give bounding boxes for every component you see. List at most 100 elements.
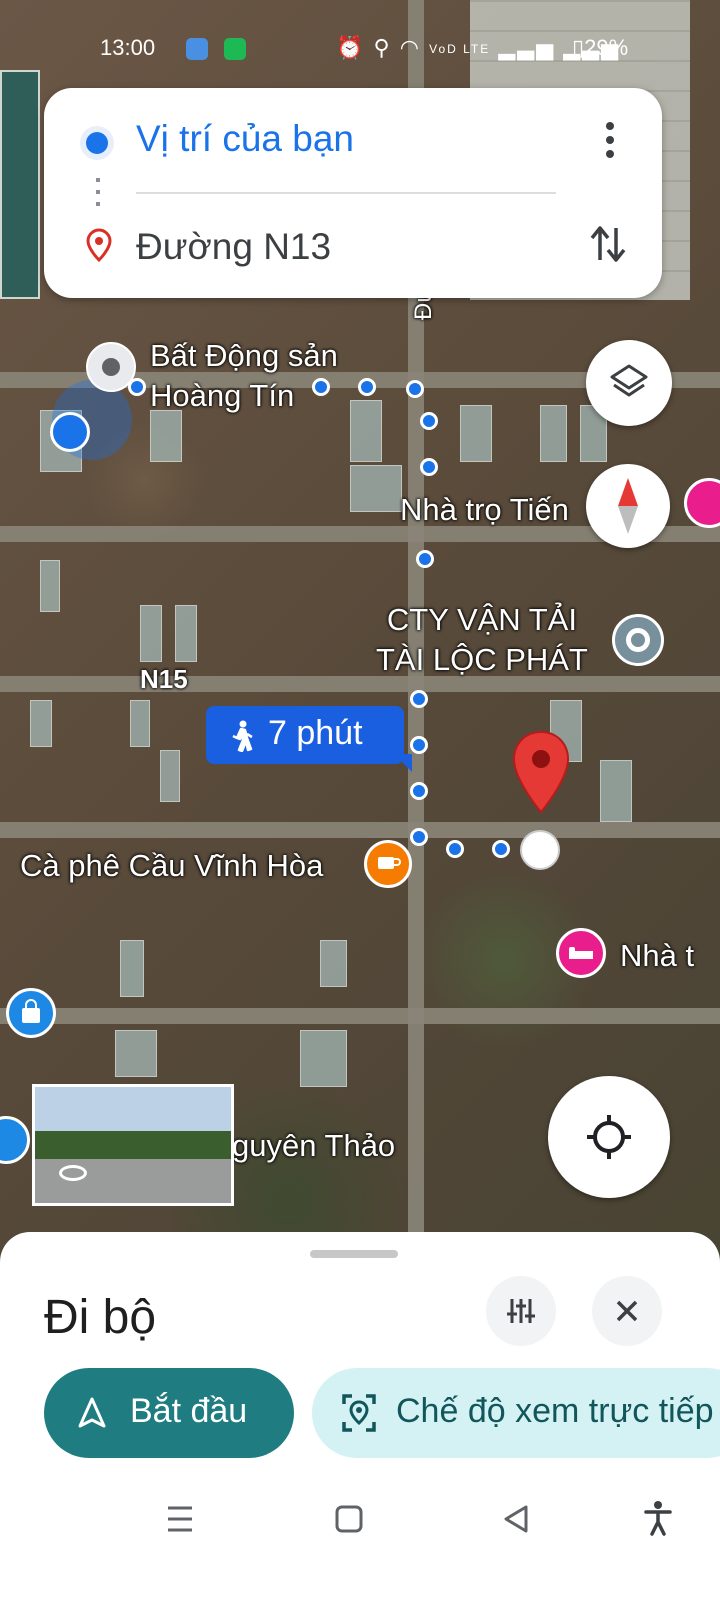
- route-dot: [128, 378, 146, 396]
- route-dot: [420, 458, 438, 476]
- building: [350, 465, 402, 512]
- shield-icon: [224, 38, 247, 61]
- hotel-icon[interactable]: [556, 928, 606, 978]
- live-view-icon: [342, 1394, 376, 1432]
- map-label-transport-company[interactable]: CTY VẬN TẢI TÀI LỘC PHÁT: [376, 600, 588, 680]
- map-label-cafe[interactable]: Cà phê Cầu Vĩnh Hòa: [20, 848, 323, 884]
- water-area: [0, 70, 40, 299]
- building: [150, 410, 182, 462]
- wifi-icon: ◠: [399, 35, 421, 60]
- building: [160, 750, 180, 802]
- building: [175, 605, 197, 662]
- close-icon: [616, 1300, 638, 1322]
- app-notification-icon: [186, 38, 208, 61]
- route-dot: [492, 840, 510, 858]
- eta-text: 7 phút: [268, 714, 363, 752]
- building: [460, 405, 492, 462]
- my-location-button[interactable]: [548, 1076, 670, 1198]
- rotate-360-icon: [59, 1165, 87, 1181]
- more-options-icon[interactable]: [592, 118, 628, 162]
- map-label-road-n15: N15: [140, 664, 188, 694]
- road-n15: [0, 676, 720, 692]
- street-view-thumbnail[interactable]: [32, 1084, 234, 1206]
- building: [540, 405, 567, 462]
- building: [320, 940, 347, 987]
- network-type: VoD LTE: [429, 42, 491, 57]
- mode-title: Đi bộ: [44, 1291, 157, 1344]
- route-dot: [410, 690, 428, 708]
- road-n13: [0, 822, 720, 838]
- options-button[interactable]: [486, 1276, 556, 1346]
- origin-dot-icon: [86, 132, 108, 154]
- shopping-cart-icon[interactable]: [0, 1116, 30, 1164]
- destination-pin-icon[interactable]: [512, 730, 570, 814]
- route-dot: [410, 782, 428, 800]
- destination-field[interactable]: Đường N13: [136, 226, 331, 268]
- road: [0, 1008, 720, 1024]
- route-dot: [312, 378, 330, 396]
- compass-button[interactable]: [586, 464, 670, 548]
- directions-card: Vị trí của bạn Đường N13: [44, 88, 662, 298]
- building: [30, 700, 52, 747]
- map-label-place[interactable]: guyên Thảo: [232, 1128, 395, 1164]
- building: [140, 605, 162, 662]
- status-time: 13:00: [100, 35, 156, 60]
- divider: [136, 192, 556, 194]
- notification-icons: [186, 35, 247, 61]
- eta-bubble[interactable]: 7 phút: [206, 706, 404, 764]
- compass-icon: [618, 478, 638, 534]
- route-dot: [358, 378, 376, 396]
- origin-field[interactable]: Vị trí của bạn: [136, 118, 354, 160]
- live-view-button[interactable]: Chế độ xem trực tiếp: [312, 1368, 720, 1458]
- building: [300, 1030, 347, 1087]
- close-button[interactable]: [592, 1276, 662, 1346]
- tune-icon: [507, 1299, 535, 1323]
- map-label-guesthouse-2[interactable]: Nhà t: [620, 938, 694, 974]
- swap-direction-icon[interactable]: [588, 222, 628, 266]
- building: [120, 940, 144, 997]
- shopping-bag-icon[interactable]: [6, 988, 56, 1038]
- current-location-dot[interactable]: [50, 412, 90, 452]
- location-status-icon: ⚲: [373, 35, 392, 60]
- route-dot: [446, 840, 464, 858]
- route-dot: [420, 412, 438, 430]
- route-dot: [416, 550, 434, 568]
- live-view-label: Chế độ xem trực tiếp: [396, 1392, 714, 1430]
- signal-icon: ▂▃▅: [498, 35, 556, 60]
- place-marker-icon[interactable]: [612, 614, 664, 666]
- pin-center-icon: [102, 358, 120, 376]
- start-button[interactable]: Bắt đầu: [44, 1368, 294, 1458]
- start-button-label: Bắt đầu: [130, 1392, 248, 1430]
- map-label-real-estate[interactable]: Bất Động sản Hoàng Tín: [150, 336, 338, 416]
- map-label-guesthouse[interactable]: Nhà trọ Tiến: [400, 492, 569, 528]
- route-dot: [410, 828, 428, 846]
- route-dot: [406, 380, 424, 398]
- route-dot: [410, 736, 428, 754]
- hotel-icon[interactable]: [684, 478, 720, 528]
- status-bar: 13:00 ⏰ ⚲ ◠ VoD LTE ▂▃▅ ▂▃▅ ▯29%: [0, 33, 720, 65]
- building: [115, 1030, 157, 1077]
- system-navigation-bar: [0, 1476, 720, 1600]
- home-icon[interactable]: [334, 1504, 364, 1534]
- recent-apps-icon[interactable]: [166, 1504, 194, 1534]
- building: [600, 760, 632, 822]
- navigation-arrow-icon: [78, 1397, 106, 1428]
- crosshair-icon: [587, 1115, 631, 1159]
- sheet-drag-handle[interactable]: [310, 1250, 398, 1258]
- eta-bubble-tail: [394, 754, 412, 772]
- battery-indicator: ▯29%: [572, 35, 629, 60]
- layers-button[interactable]: [586, 340, 672, 426]
- destination-pin-outline-icon: [86, 228, 112, 262]
- cafe-icon[interactable]: [364, 840, 412, 888]
- route-end-marker: [520, 830, 560, 870]
- building: [40, 560, 60, 612]
- back-icon[interactable]: [502, 1504, 530, 1534]
- walking-icon: [232, 720, 253, 752]
- battery-percent: 29%: [584, 35, 629, 60]
- building: [130, 700, 150, 747]
- alarm-icon: ⏰: [336, 35, 366, 60]
- layers-icon: [610, 364, 648, 397]
- accessibility-icon[interactable]: [644, 1500, 672, 1536]
- route-connector: [96, 178, 100, 210]
- building: [350, 400, 382, 462]
